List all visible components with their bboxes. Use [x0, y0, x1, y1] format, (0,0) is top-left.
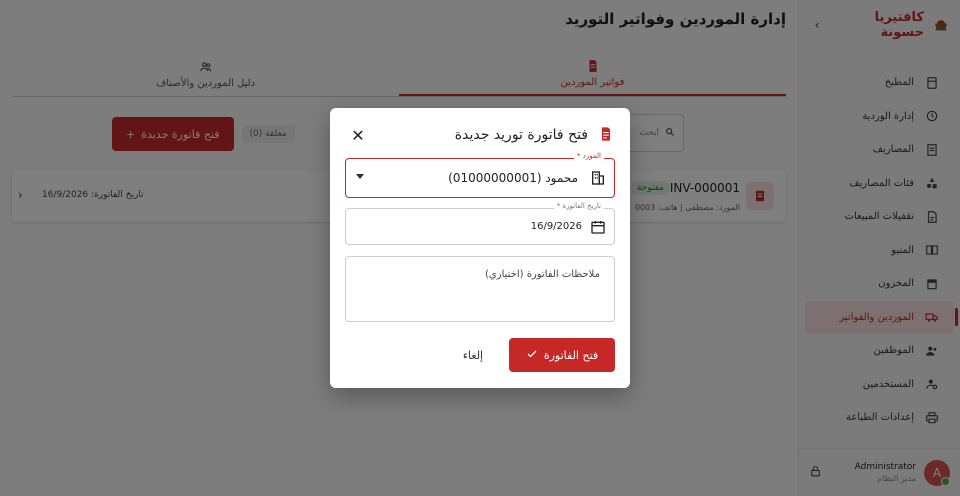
new-invoice-dialog: فتح فاتورة توريد جديدة ✕ المورد * محمود … [330, 108, 630, 388]
supplier-select[interactable]: المورد * محمود (01000000001) [345, 152, 615, 198]
cancel-button[interactable]: إلغاء [451, 338, 495, 372]
dialog-header: فتح فاتورة توريد جديدة ✕ [348, 122, 614, 148]
invoice-icon [596, 126, 614, 144]
notes-placeholder: ملاحظات الفاتورة (اختياري) [485, 269, 600, 280]
calendar-icon[interactable] [590, 219, 606, 235]
check-icon [526, 348, 538, 363]
date-label: تاريخ الفاتورة * [553, 202, 604, 210]
invoice-date-field[interactable]: تاريخ الفاتورة * 16/9/2026 [345, 202, 615, 245]
date-value: 16/9/2026 [530, 221, 582, 232]
dialog-actions: فتح الفاتورة إلغاء [345, 338, 615, 372]
building-icon [590, 170, 606, 186]
close-icon[interactable]: ✕ [348, 125, 368, 145]
dialog-title: فتح فاتورة توريد جديدة [454, 127, 588, 143]
open-invoice-label: فتح الفاتورة [543, 348, 599, 362]
notes-textarea[interactable]: ملاحظات الفاتورة (اختياري) [345, 256, 615, 322]
supplier-label: المورد * [574, 152, 604, 160]
open-invoice-button[interactable]: فتح الفاتورة [509, 338, 615, 372]
dropdown-arrow-icon[interactable] [356, 174, 364, 179]
supplier-value: محمود (01000000001) [448, 171, 578, 185]
